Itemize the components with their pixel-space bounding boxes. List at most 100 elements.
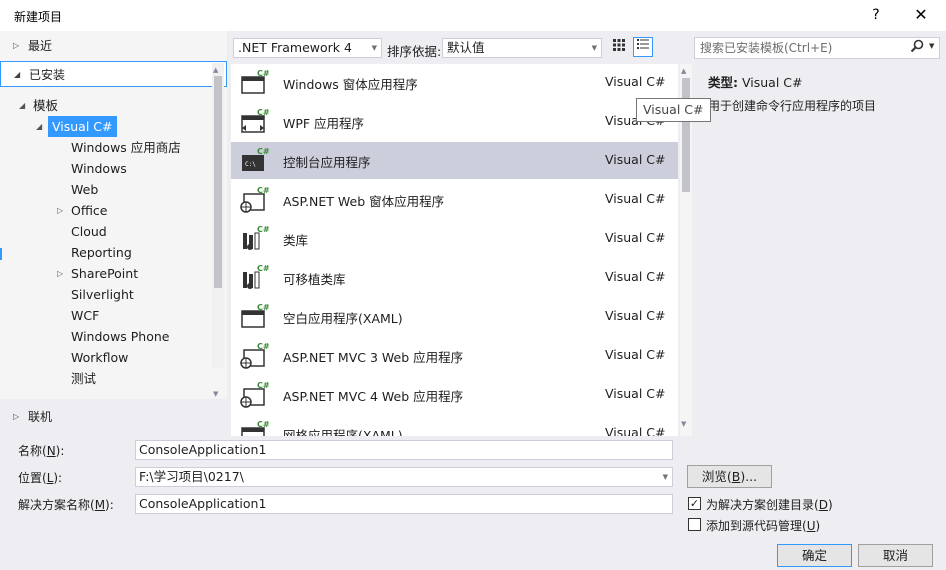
create-directory-checkbox[interactable]: ✓ bbox=[688, 497, 701, 510]
tree-item-reporting[interactable]: Reporting bbox=[71, 242, 132, 263]
template-language: Visual C# bbox=[605, 74, 666, 89]
scroll-up-icon[interactable]: ▲ bbox=[681, 67, 686, 75]
svg-text:C#: C# bbox=[257, 342, 270, 351]
tree-item-office[interactable]: ▷ Office bbox=[57, 200, 108, 221]
scroll-down-icon[interactable]: ▼ bbox=[681, 420, 686, 428]
tree-item-silverlight[interactable]: Silverlight bbox=[71, 284, 134, 305]
title-bar bbox=[0, 0, 946, 31]
help-button[interactable]: ? bbox=[864, 4, 888, 26]
ok-button[interactable]: 确定 bbox=[777, 544, 852, 567]
tree-item-web[interactable]: Web bbox=[71, 179, 98, 200]
source-control-label: 添加到源代码管理(U) bbox=[706, 519, 821, 533]
sort-value: 默认值 bbox=[447, 40, 485, 55]
dialog-title: 新建项目 bbox=[14, 10, 63, 24]
svg-text:C#: C# bbox=[257, 69, 270, 78]
template-type: 类型: Visual C# bbox=[708, 72, 802, 91]
collapse-arrow-icon: ◢ bbox=[14, 70, 21, 79]
location-field[interactable]: F:\学习项目\0217\ ▼ bbox=[135, 467, 673, 487]
template-language: Visual C# bbox=[605, 425, 666, 436]
tree-item-sharepoint[interactable]: ▷ SharePoint bbox=[57, 263, 138, 284]
tree-item-wcf[interactable]: WCF bbox=[71, 305, 99, 326]
browse-button[interactable]: 浏览(B)... bbox=[687, 465, 772, 488]
sort-dropdown[interactable]: 默认值 ▼ bbox=[442, 38, 602, 58]
svg-text:C#: C# bbox=[257, 108, 270, 117]
template-row[interactable]: C# ASP.NET MVC 3 Web 应用程序 Visual C# bbox=[231, 337, 678, 374]
location-label: 位置(L): bbox=[18, 471, 63, 485]
category-scroll-thumb[interactable] bbox=[214, 76, 222, 288]
group-online[interactable]: ▷ 联机 bbox=[0, 404, 227, 430]
create-directory-label: 为解决方案创建目录(D) bbox=[706, 498, 833, 512]
template-language: Visual C# bbox=[605, 347, 666, 362]
web-forms-icon: C# bbox=[240, 186, 270, 213]
type-label: 类型: bbox=[708, 75, 738, 90]
template-row[interactable]: C# ASP.NET MVC 4 Web 应用程序 Visual C# bbox=[231, 376, 678, 413]
template-language: Visual C# bbox=[605, 191, 666, 206]
group-recent[interactable]: ▷ 最近 bbox=[0, 33, 227, 59]
tree-item-windows[interactable]: Windows bbox=[71, 158, 127, 179]
source-control-checkbox[interactable] bbox=[688, 518, 701, 531]
expand-arrow-icon: ▷ bbox=[57, 206, 64, 215]
template-row[interactable]: C# ASP.NET Web 窗体应用程序 Visual C# bbox=[231, 181, 678, 218]
svg-text:C#: C# bbox=[257, 147, 270, 156]
tooltip: Visual C# bbox=[636, 98, 711, 122]
svg-text:C#: C# bbox=[257, 264, 270, 273]
template-language: Visual C# bbox=[605, 152, 666, 167]
template-name: ASP.NET MVC 3 Web 应用程序 bbox=[283, 350, 464, 365]
template-language: Visual C# bbox=[605, 308, 666, 323]
group-installed-label: 已安装 bbox=[29, 68, 66, 82]
template-row[interactable]: C# 网格应用程序(XAML) Visual C# bbox=[231, 415, 678, 436]
template-row[interactable]: C# 类库 Visual C# bbox=[231, 220, 678, 257]
template-row[interactable]: C:\ C# 控制台应用程序 Visual C# bbox=[231, 142, 678, 179]
search-input[interactable]: 搜索已安装模板(Ctrl+E) bbox=[694, 37, 940, 59]
expand-arrow-icon: ▷ bbox=[13, 412, 20, 421]
tree-item-workflow[interactable]: Workflow bbox=[71, 347, 128, 368]
chevron-down-icon: ▼ bbox=[591, 44, 597, 52]
framework-dropdown[interactable]: .NET Framework 4 ▼ bbox=[233, 38, 382, 58]
template-name: 控制台应用程序 bbox=[283, 155, 371, 170]
blank-app-icon: C# bbox=[240, 303, 270, 329]
template-scroll-thumb[interactable] bbox=[682, 78, 690, 192]
tree-item-windows-store[interactable]: Windows 应用商店 bbox=[71, 137, 181, 158]
solution-name-field[interactable]: ConsoleApplication1 bbox=[135, 494, 673, 514]
cancel-button[interactable]: 取消 bbox=[858, 544, 933, 567]
template-row[interactable]: C# 空白应用程序(XAML) Visual C# bbox=[231, 298, 678, 335]
edge-marker bbox=[0, 248, 2, 260]
search-icon[interactable] bbox=[910, 39, 924, 57]
scroll-down-icon[interactable]: ▼ bbox=[213, 390, 218, 398]
list-view-icon[interactable] bbox=[633, 37, 653, 57]
tree-item-templates[interactable]: ◢ 模板 bbox=[19, 95, 59, 116]
chevron-down-icon[interactable]: ▼ bbox=[929, 42, 934, 50]
name-field[interactable]: ConsoleApplication1 bbox=[135, 440, 673, 460]
scroll-up-icon[interactable]: ▲ bbox=[213, 66, 218, 74]
tree-item-templates-label: 模板 bbox=[33, 98, 59, 113]
template-name: WPF 应用程序 bbox=[283, 116, 365, 131]
template-row[interactable]: C# Windows 窗体应用程序 Visual C# bbox=[231, 64, 678, 101]
winforms-icon: C# bbox=[240, 69, 270, 95]
name-label: 名称(N): bbox=[18, 444, 65, 458]
tree-item-test[interactable]: 测试 bbox=[71, 368, 96, 389]
template-name: 空白应用程序(XAML) bbox=[283, 311, 403, 326]
svg-text:C:\: C:\ bbox=[245, 161, 256, 168]
grid-view-icon[interactable] bbox=[609, 38, 629, 58]
group-recent-label: 最近 bbox=[28, 39, 53, 53]
chevron-down-icon[interactable]: ▼ bbox=[663, 468, 668, 486]
template-language: Visual C# bbox=[605, 269, 666, 284]
collapse-arrow-icon: ◢ bbox=[36, 122, 43, 131]
template-row[interactable]: C# 可移植类库 Visual C# bbox=[231, 259, 678, 296]
template-name: Windows 窗体应用程序 bbox=[283, 77, 418, 92]
svg-text:C#: C# bbox=[257, 303, 270, 312]
tree-item-visual-cs-label: Visual C# bbox=[52, 119, 113, 134]
group-installed[interactable]: ◢ 已安装 bbox=[0, 61, 227, 87]
template-name: 网格应用程序(XAML) bbox=[283, 428, 403, 436]
svg-text:C#: C# bbox=[257, 420, 270, 429]
location-value: F:\学习项目\0217\ bbox=[139, 469, 244, 484]
template-row[interactable]: C#WPF 应用程序Visual C# bbox=[231, 103, 678, 140]
template-list[interactable]: C# Windows 窗体应用程序 Visual C# C# WPF 应用程序 Visua… bbox=[231, 64, 678, 436]
expand-arrow-icon: ▷ bbox=[57, 269, 64, 278]
tree-item-windows-phone[interactable]: Windows Phone bbox=[71, 326, 170, 347]
tree-item-visual-cs[interactable]: ◢ Visual C# bbox=[36, 116, 117, 137]
close-button[interactable]: ✕ bbox=[905, 4, 937, 26]
group-online-label: 联机 bbox=[28, 410, 53, 424]
tree-item-cloud[interactable]: Cloud bbox=[71, 221, 107, 242]
framework-value: .NET Framework 4 bbox=[238, 40, 352, 55]
